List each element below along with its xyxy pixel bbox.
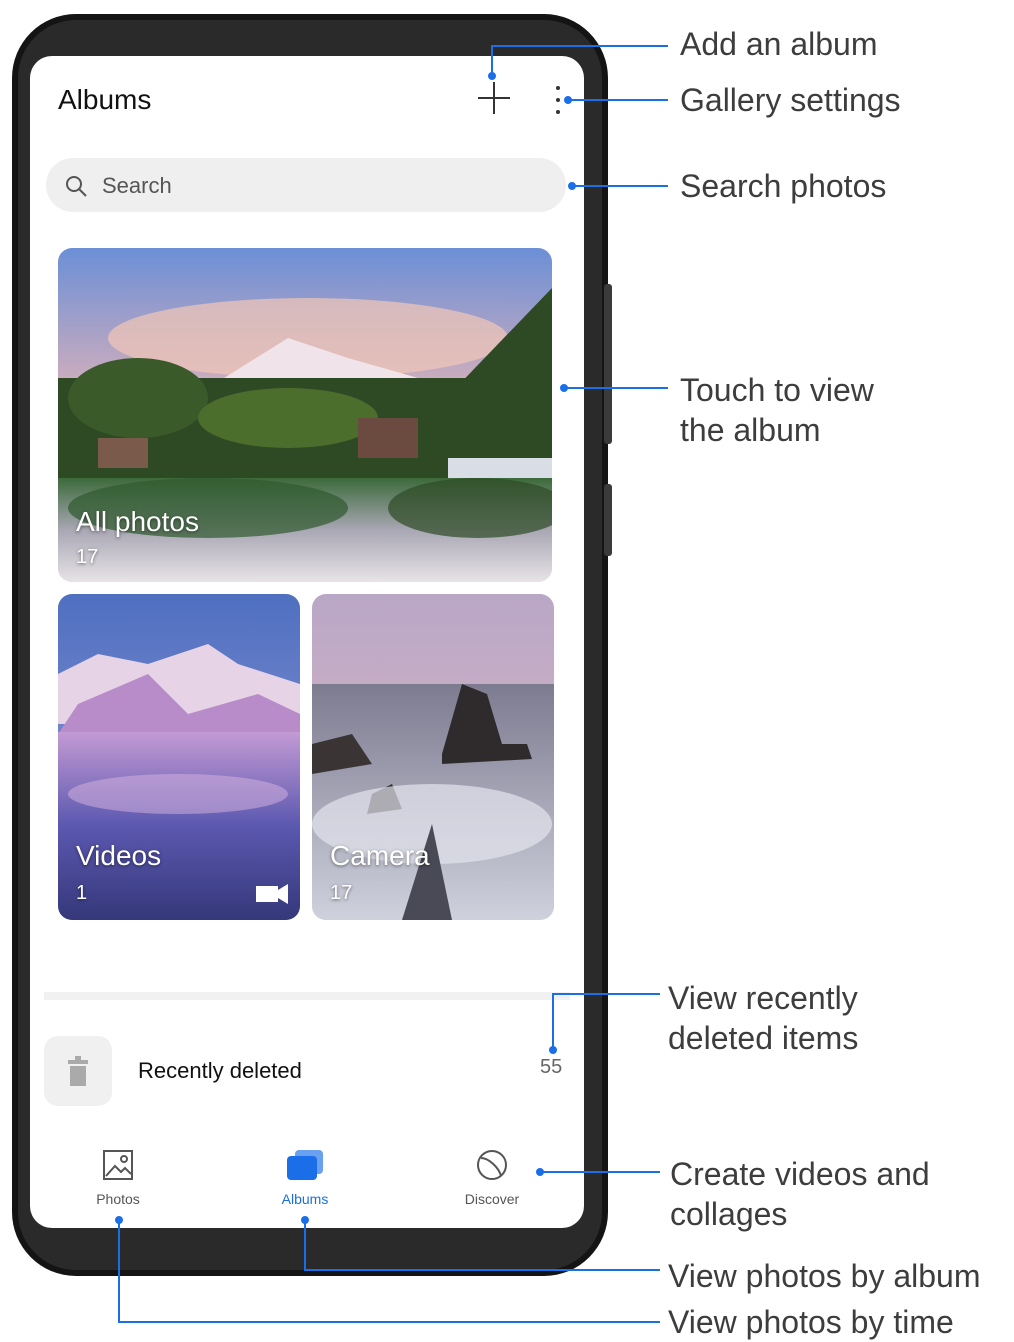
callout-recently-deleted-line2: deleted items xyxy=(668,1020,859,1056)
callout-touch-album-line1: Touch to view xyxy=(680,372,874,408)
callout-recently-deleted-line1: View recently xyxy=(668,980,858,1016)
callout-by-album: View photos by album xyxy=(668,1258,981,1294)
callout-search-photos: Search photos xyxy=(680,168,887,204)
callout-gallery-settings: Gallery settings xyxy=(680,82,901,118)
callout-touch-album-line2: the album xyxy=(680,412,821,448)
callout-create-line2: collages xyxy=(670,1196,788,1232)
callout-by-time: View photos by time xyxy=(668,1304,954,1340)
callout-add-album: Add an album xyxy=(680,26,878,62)
callout-create-line1: Create videos and xyxy=(670,1156,930,1192)
